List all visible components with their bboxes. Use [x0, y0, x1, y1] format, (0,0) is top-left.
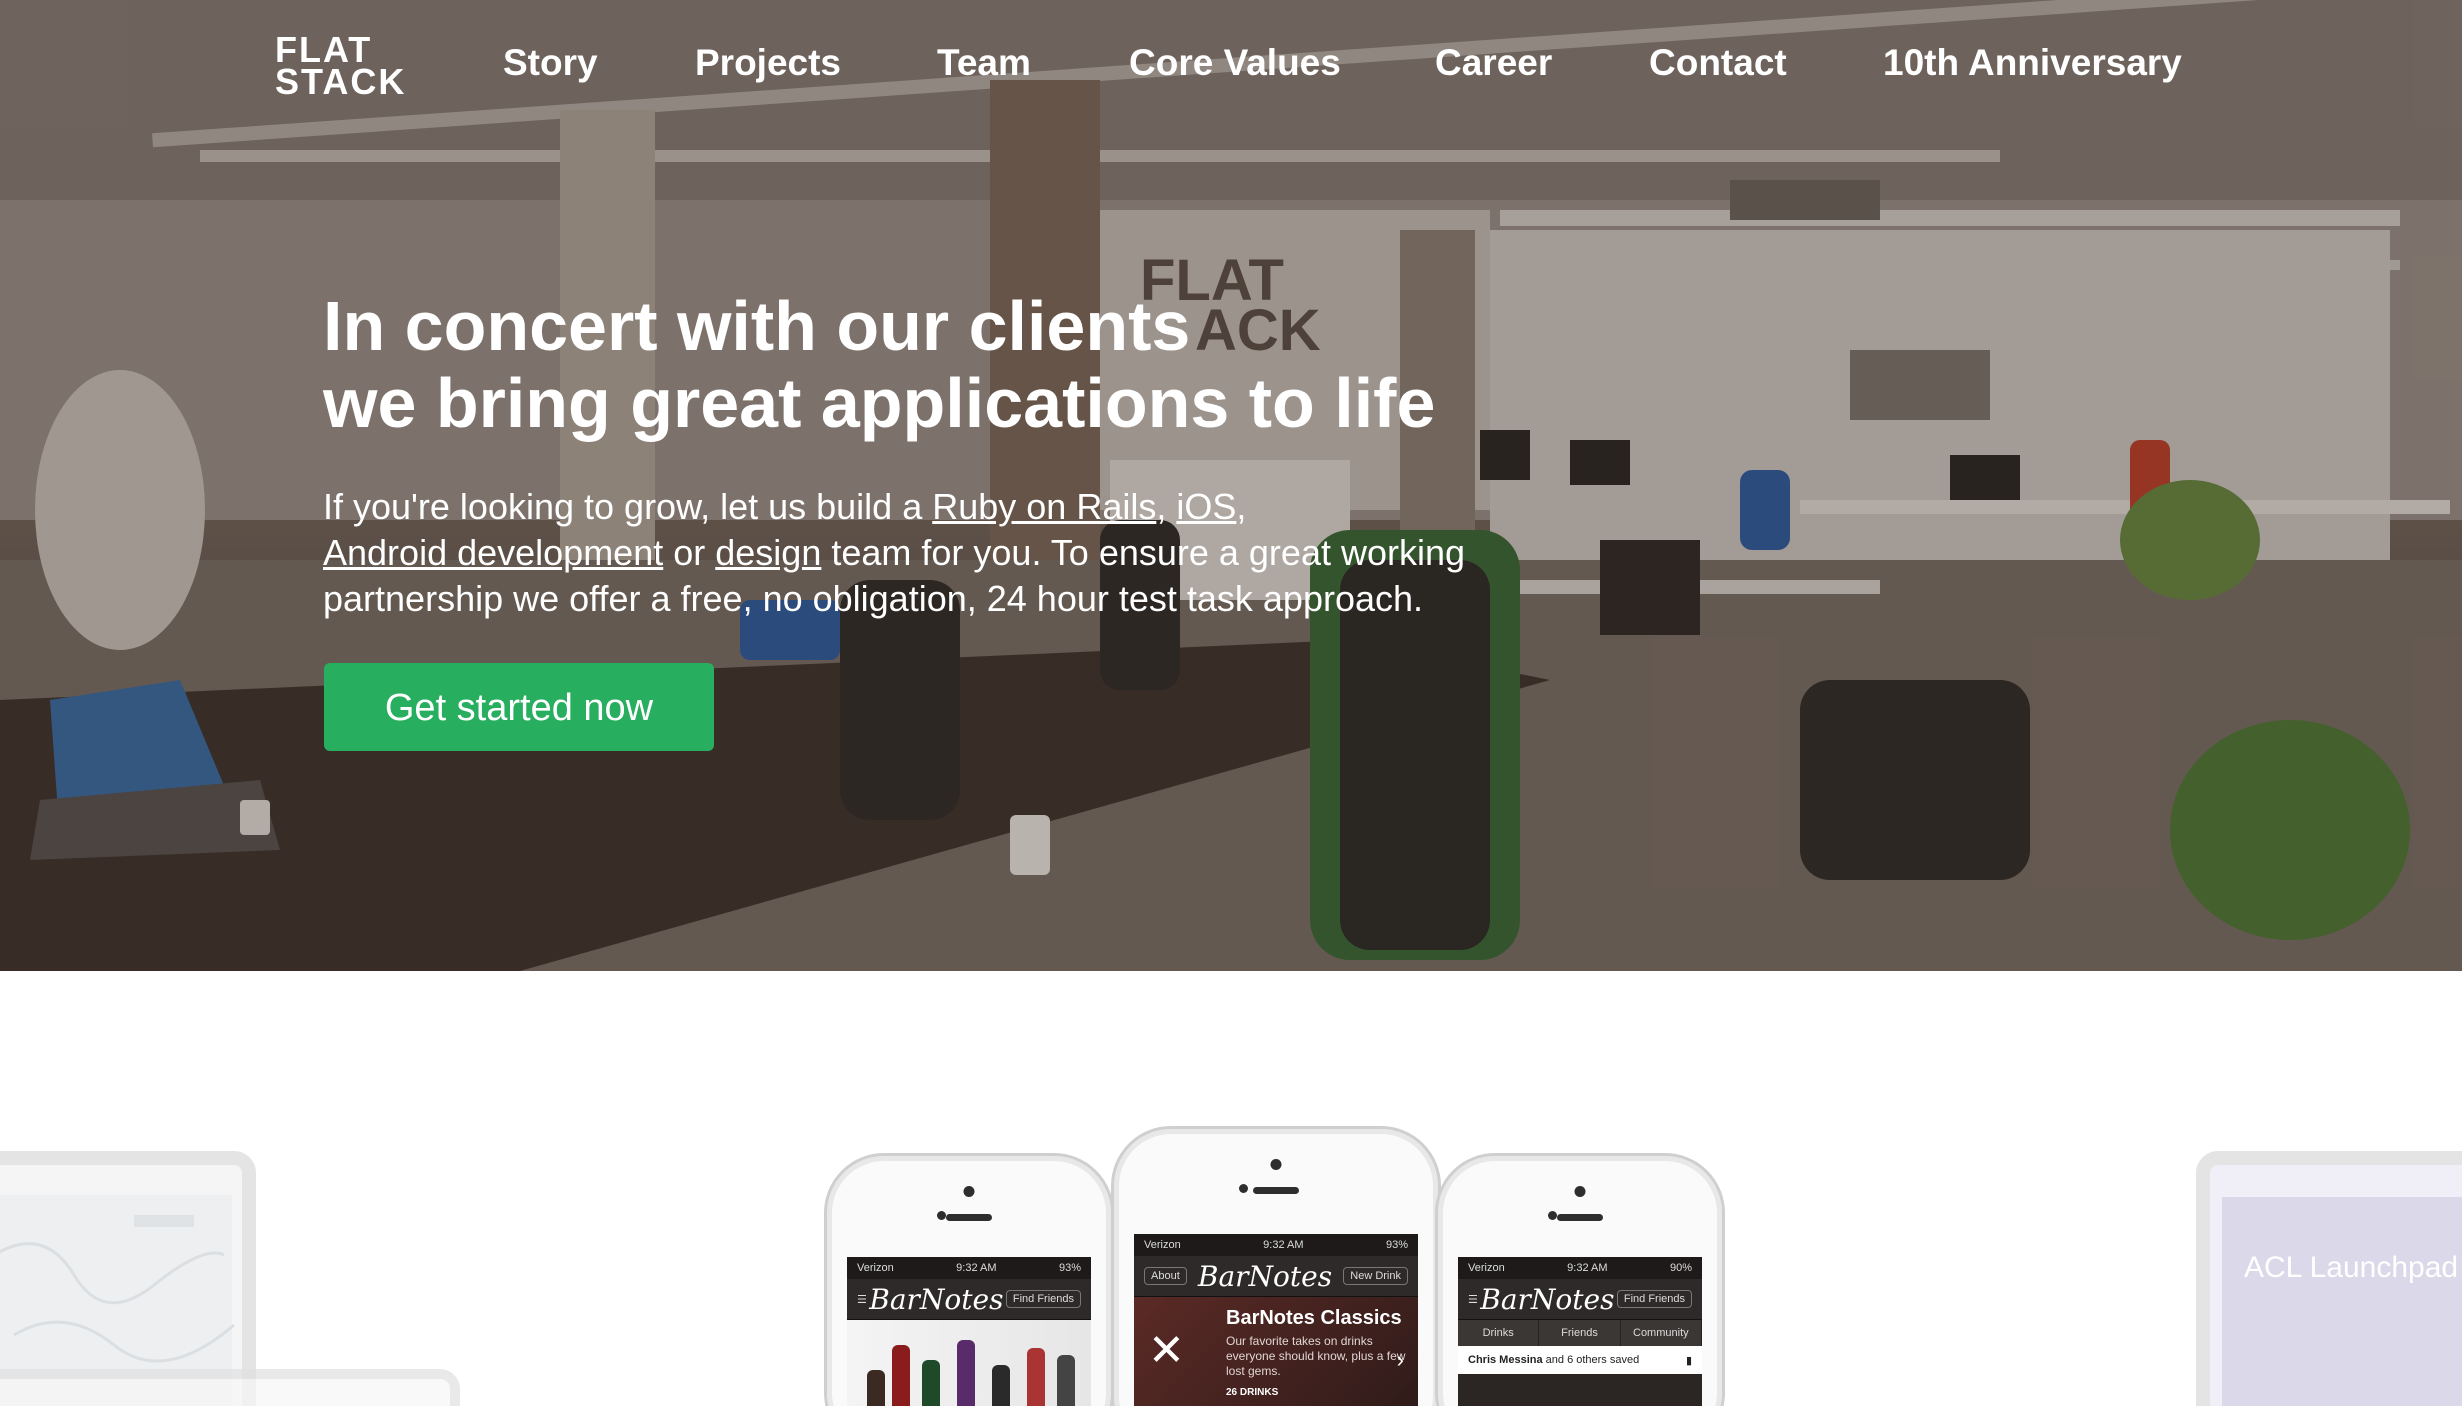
- find-friends-button[interactable]: Find Friends: [1616, 1290, 1692, 1308]
- acl-launchpad-screen: ACL Launchpad: [2222, 1197, 2462, 1406]
- feature-description: Our favorite takes on drinks everyone sh…: [1226, 1334, 1406, 1378]
- about-button[interactable]: About: [1144, 1267, 1187, 1285]
- nav-team[interactable]: Team: [937, 38, 1031, 88]
- bottles-photo: [847, 1320, 1091, 1406]
- status-time: 9:32 AM: [956, 1262, 997, 1274]
- nav-contact[interactable]: Contact: [1649, 38, 1787, 88]
- segmented-tabs: Drinks Friends Community: [1458, 1320, 1702, 1346]
- status-bar: Verizon 9:32 AM 93%: [1134, 1234, 1418, 1256]
- barnotes-brand: BarNotes: [1480, 1282, 1615, 1316]
- nav-projects[interactable]: Projects: [695, 38, 841, 88]
- laptop-bottom-mockup: [0, 1369, 460, 1406]
- hero-section: FLAT ACK FLAT STACK Story Projects Team …: [0, 0, 2462, 971]
- phone-camera-icon: [1270, 1159, 1282, 1170]
- menu-icon[interactable]: ☰: [1468, 1293, 1478, 1306]
- status-battery: 90%: [1669, 1262, 1692, 1274]
- projects-showcase: ACL Launchpad Verizon 9:32 AM 93% ☰ BarNote…: [0, 971, 2462, 1406]
- nav-story[interactable]: Story: [503, 38, 598, 88]
- phone-left-mockup[interactable]: Verizon 9:32 AM 93% ☰ BarNotes Find Friends: [824, 1153, 1114, 1406]
- barnotes-brand: BarNotes: [1197, 1259, 1333, 1293]
- ios-link[interactable]: iOS: [1176, 486, 1236, 527]
- status-time: 9:32 AM: [1567, 1262, 1608, 1274]
- feed-user: Chris Messina: [1468, 1354, 1543, 1366]
- status-bar: Verizon 9:32 AM 90%: [1458, 1257, 1702, 1279]
- tab-drinks[interactable]: Drinks: [1458, 1320, 1540, 1346]
- status-carrier: Verizon: [857, 1262, 894, 1274]
- bottle-icon: [867, 1370, 885, 1406]
- status-carrier: Verizon: [1144, 1239, 1181, 1251]
- menu-icon[interactable]: ☰: [857, 1293, 867, 1306]
- phone-center-screen: Verizon 9:32 AM 93% About BarNotes New Drink…: [1134, 1234, 1418, 1406]
- lead-comma-1: ,: [1156, 486, 1177, 527]
- flatstack-logo[interactable]: FLAT STACK: [275, 32, 405, 100]
- phone-sensor-icon: [1548, 1211, 1557, 1220]
- feed-item[interactable]: Chris Messina and 6 others saved ▮: [1458, 1346, 1702, 1374]
- lead-or: or: [663, 532, 716, 573]
- bottle-icon: [1057, 1355, 1075, 1406]
- phone-right-screen: Verizon 9:32 AM 90% ☰ BarNotes Find Friends …: [1458, 1257, 1702, 1406]
- app-bar: ☰ BarNotes Find Friends: [847, 1279, 1091, 1320]
- barnotes-brand: BarNotes: [869, 1282, 1004, 1316]
- status-battery: 93%: [1058, 1262, 1081, 1274]
- lead-text-1: If you're looking to grow, let us build …: [323, 486, 933, 527]
- phone-camera-icon: [1574, 1186, 1586, 1197]
- headline-line2: we bring great applications to life: [323, 364, 1436, 442]
- classics-feature-card[interactable]: ✕ BarNotes Classics Our favorite takes o…: [1134, 1297, 1418, 1406]
- crossed-spoons-icon: ✕: [1148, 1326, 1185, 1375]
- hero-headline: In concert with our clients we bring gre…: [323, 288, 1823, 442]
- design-link[interactable]: design: [715, 532, 821, 573]
- tab-community[interactable]: Community: [1621, 1320, 1702, 1346]
- bottle-icon: [922, 1360, 940, 1406]
- bottle-icon: [957, 1340, 975, 1406]
- bottle-icon: [892, 1345, 910, 1406]
- status-time: 9:32 AM: [1263, 1239, 1304, 1251]
- laptop-right-mockup[interactable]: ACL Launchpad: [2196, 1151, 2462, 1406]
- app-bar: About BarNotes New Drink: [1134, 1256, 1418, 1297]
- feed-text: and 6 others saved: [1545, 1354, 1640, 1366]
- feature-count: 26 DRINKS: [1226, 1387, 1279, 1398]
- phone-speaker: [1557, 1214, 1603, 1221]
- phone-sensor-icon: [937, 1211, 946, 1220]
- nav-core-values[interactable]: Core Values: [1129, 38, 1341, 88]
- phone-speaker: [946, 1214, 992, 1221]
- android-development-link[interactable]: Android development: [323, 532, 663, 573]
- hero-lead: If you're looking to grow, let us build …: [323, 484, 1553, 622]
- phone-center-mockup[interactable]: Verizon 9:32 AM 93% About BarNotes New Drink…: [1111, 1126, 1441, 1406]
- phone-sensor-icon: [1239, 1184, 1248, 1193]
- phone-left-screen: Verizon 9:32 AM 93% ☰ BarNotes Find Friends: [847, 1257, 1091, 1406]
- new-drink-button[interactable]: New Drink: [1343, 1267, 1408, 1285]
- chevron-right-icon[interactable]: ›: [1397, 1347, 1404, 1373]
- headline-line1: In concert with our clients: [323, 287, 1191, 365]
- app-bar: ☰ BarNotes Find Friends: [1458, 1279, 1702, 1320]
- status-battery: 93%: [1385, 1239, 1408, 1251]
- tab-friends[interactable]: Friends: [1539, 1320, 1621, 1346]
- logo-line2: STACK: [275, 61, 407, 102]
- phone-right-mockup[interactable]: Verizon 9:32 AM 90% ☰ BarNotes Find Friends …: [1435, 1153, 1725, 1406]
- phone-speaker: [1253, 1187, 1299, 1194]
- nav-career[interactable]: Career: [1435, 38, 1552, 88]
- ruby-on-rails-link[interactable]: Ruby on Rails: [932, 486, 1156, 527]
- lead-comma-2: ,: [1236, 486, 1247, 527]
- nav-10th-anniversary[interactable]: 10th Anniversary: [1883, 38, 2182, 88]
- status-bar: Verizon 9:32 AM 93%: [847, 1257, 1091, 1279]
- feature-title: BarNotes Classics: [1226, 1307, 1402, 1329]
- acl-launchpad-title: ACL Launchpad: [2244, 1251, 2459, 1284]
- laptop-left-mockup[interactable]: [0, 1151, 256, 1406]
- get-started-button[interactable]: Get started now: [324, 663, 714, 751]
- bottle-icon: [1027, 1348, 1045, 1406]
- status-carrier: Verizon: [1468, 1262, 1505, 1274]
- bookmark-icon[interactable]: ▮: [1686, 1354, 1692, 1367]
- find-friends-button[interactable]: Find Friends: [1005, 1290, 1081, 1308]
- phone-camera-icon: [963, 1186, 975, 1197]
- bottle-icon: [992, 1365, 1010, 1406]
